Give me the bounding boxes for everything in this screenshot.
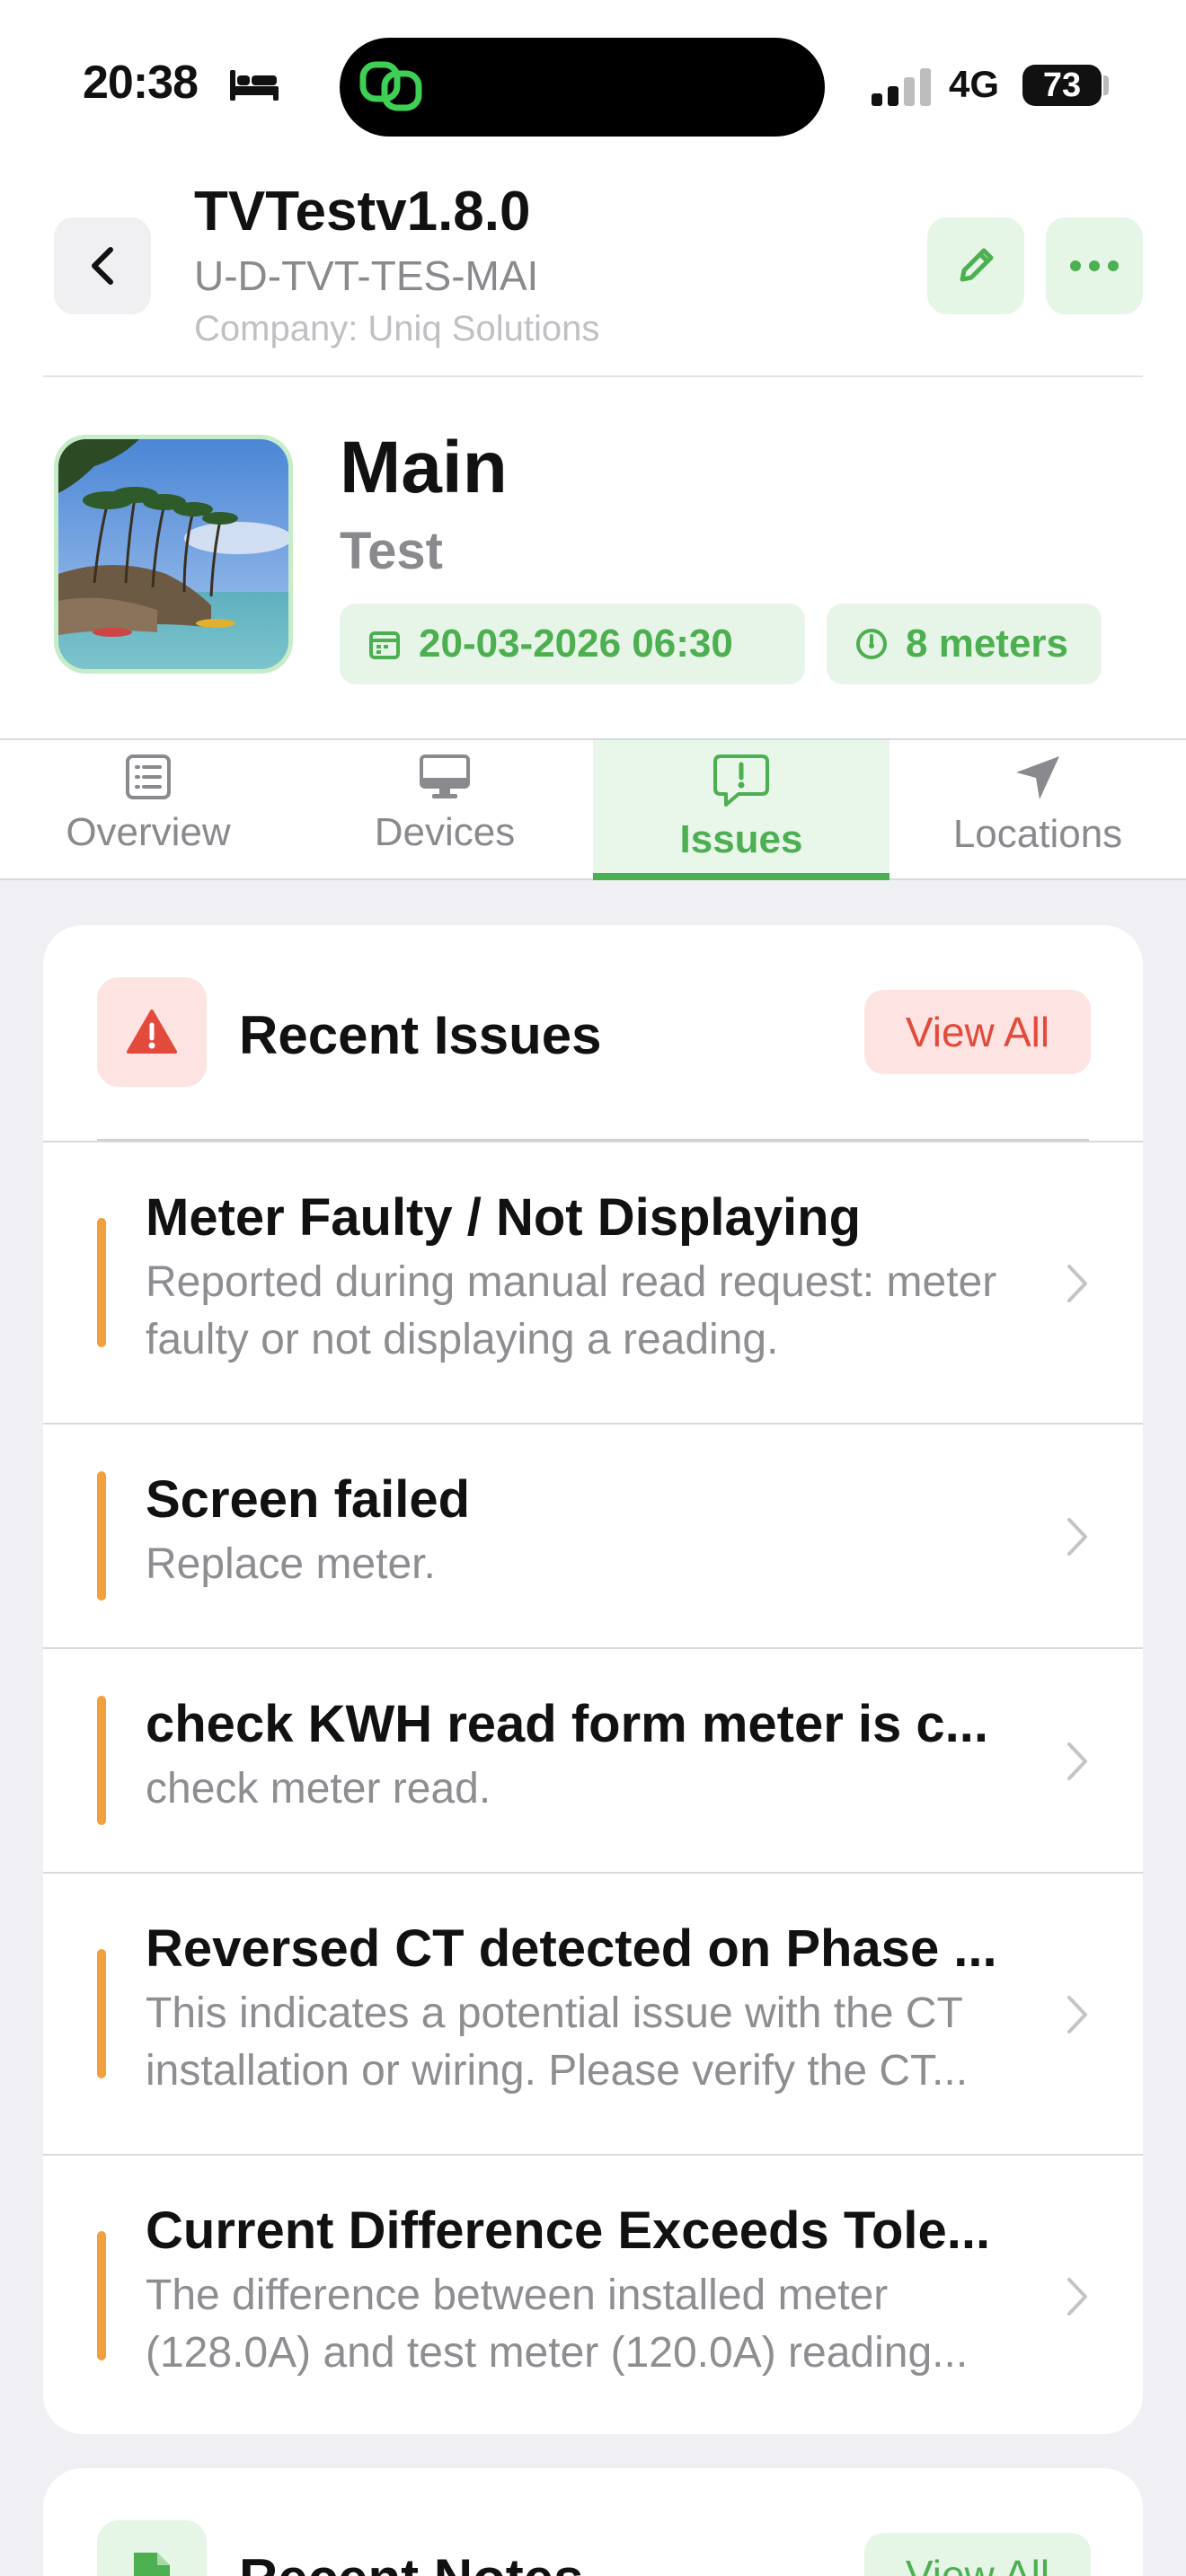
tab-bar: Overview Devices Issues Locations (0, 738, 1186, 880)
issue-description: The difference between installed meter (… (146, 2272, 969, 2377)
pencil-icon (960, 248, 994, 282)
link-activity-icon (359, 61, 422, 111)
header-divider (43, 375, 1143, 377)
bed-icon (230, 70, 279, 101)
issue-title: Screen failed (146, 1470, 471, 1529)
gauge-icon (856, 629, 887, 659)
issue-row[interactable]: check KWH read form meter is c... check … (43, 1647, 1143, 1872)
datetime-text: 20-03-2026 06:30 (419, 622, 733, 666)
warning-badge (97, 977, 207, 1087)
tab-locations[interactable]: Locations (890, 740, 1186, 878)
tab-label: Issues (679, 817, 803, 861)
issue-description: Replace meter. (146, 1540, 436, 1588)
card-header: Recent Issues View All (43, 925, 1143, 1141)
note-badge (97, 2520, 207, 2576)
location-subtitle: Test (340, 522, 443, 580)
tab-label: Overview (66, 810, 231, 854)
tab-devices[interactable]: Devices (296, 740, 593, 878)
view-all-issues-button[interactable]: View All (864, 990, 1091, 1074)
signal-icon (872, 66, 934, 106)
card-title: Recent Issues (239, 1005, 602, 1065)
severity-bar (97, 1218, 106, 1347)
issue-row[interactable]: Reversed CT detected on Phase ... This i… (43, 1872, 1143, 2154)
battery-icon: 73 (1022, 65, 1102, 106)
chevron-right-icon (1067, 1996, 1087, 2033)
monitor-icon (420, 754, 470, 798)
recent-issues-card: Recent Issues View All Meter Faulty / No… (43, 925, 1143, 2434)
list-icon (126, 754, 171, 799)
issue-row[interactable]: Meter Faulty / Not Displaying Reported d… (43, 1141, 1143, 1423)
issue-row[interactable]: Screen failed Replace meter. (43, 1423, 1143, 1647)
page-title: TVTestv1.8.0 (194, 181, 531, 243)
beach-photo (58, 439, 288, 669)
location-photo (54, 435, 293, 674)
chevron-right-icon (1067, 1742, 1087, 1780)
issue-description: check meter read. (146, 1765, 491, 1813)
meters-chip: 8 meters (827, 604, 1102, 684)
edit-button[interactable] (927, 217, 1024, 314)
more-options-button[interactable] (1046, 217, 1143, 314)
tab-overview[interactable]: Overview (0, 740, 296, 878)
severity-bar (97, 1949, 106, 2078)
severity-bar (97, 2231, 106, 2360)
tab-label: Locations (952, 812, 1123, 856)
meters-text: 8 meters (906, 622, 1069, 666)
issue-description: This indicates a potential issue with th… (146, 1989, 969, 2095)
calendar-icon (369, 631, 400, 659)
issue-title: Current Difference Exceeds Tole... (146, 2201, 991, 2260)
more-horizontal-icon (1070, 260, 1119, 271)
company-name: Company: Uniq Solutions (194, 309, 600, 348)
alert-message-icon (713, 754, 769, 807)
battery-tip (1103, 75, 1109, 95)
severity-bar (97, 1471, 106, 1601)
recent-notes-card: Recent Notes View All (43, 2468, 1143, 2576)
chevron-right-icon (1067, 2278, 1087, 2316)
document-icon (134, 2553, 170, 2576)
chevron-right-icon (1067, 1265, 1087, 1302)
card-title: Recent Notes (239, 2547, 583, 2576)
location-code: U-D-TVT-TES-MAI (194, 252, 539, 299)
issue-row[interactable]: Current Difference Exceeds Tole... The d… (43, 2154, 1143, 2434)
issue-title: Reversed CT detected on Phase ... (146, 1919, 997, 1978)
issue-title: check KWH read form meter is c... (146, 1695, 988, 1753)
tab-label: Devices (374, 810, 516, 854)
chevron-right-icon (1067, 1518, 1087, 1556)
location-name: Main (340, 427, 508, 508)
network-type: 4G (949, 63, 1000, 105)
severity-bar (97, 1696, 106, 1825)
issue-description: Reported during manual read request: met… (146, 1258, 997, 1363)
navigation-arrow-icon (1016, 756, 1059, 799)
tab-issues[interactable]: Issues (593, 740, 890, 880)
datetime-chip: 20-03-2026 06:30 (340, 604, 805, 684)
issue-title: Meter Faulty / Not Displaying (146, 1188, 861, 1247)
status-time: 20:38 (83, 57, 199, 109)
chevron-left-icon (92, 247, 113, 285)
view-all-notes-button[interactable]: View All (864, 2533, 1091, 2576)
back-button[interactable] (54, 217, 151, 314)
warning-triangle-icon (127, 1010, 177, 1054)
